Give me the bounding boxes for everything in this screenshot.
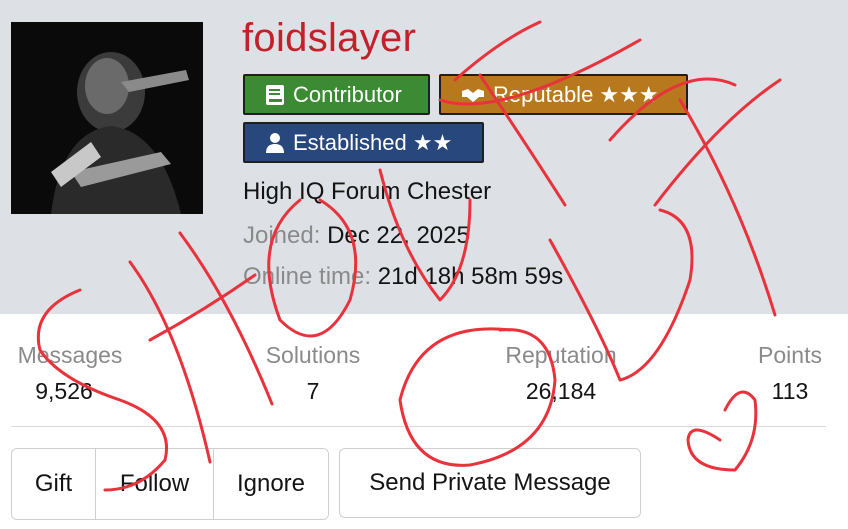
book-icon	[266, 84, 284, 105]
badge-reputable-label: Reputable ★★★	[493, 81, 659, 107]
stat-messages-label: Messages	[17, 342, 123, 368]
stat-reputation-label: Reputation	[505, 342, 617, 368]
badge-contributor-label: Contributor	[293, 81, 402, 107]
ignore-button[interactable]: Ignore	[214, 449, 328, 519]
stat-reputation[interactable]: Reputation 26,184	[494, 341, 628, 405]
follow-button[interactable]: Follow	[96, 449, 214, 519]
gift-button[interactable]: Gift	[12, 449, 96, 519]
joined-label: Joined:	[243, 222, 321, 249]
user-title: High IQ Forum Chester	[243, 178, 492, 205]
stat-messages-value: 9,526	[35, 378, 93, 404]
stat-points-label: Points	[758, 342, 822, 368]
username: foidslayer	[242, 16, 417, 60]
send-private-message-button[interactable]: Send Private Message	[339, 448, 641, 518]
stat-points[interactable]: Points 113	[748, 341, 832, 405]
handshake-icon	[462, 88, 484, 102]
badge-contributor: Contributor	[243, 74, 430, 115]
soldier-avatar-image	[11, 22, 203, 214]
online-time-label: Online time:	[243, 263, 372, 290]
online-time-value: 21d 18h 58m 59s	[377, 263, 564, 290]
stat-messages[interactable]: Messages 9,526	[11, 341, 129, 405]
online-time-row: Online time: 21d 18h 58m 59s	[243, 263, 563, 291]
stat-solutions[interactable]: Solutions 7	[255, 341, 371, 405]
stat-reputation-value: 26,184	[525, 378, 597, 404]
badge-reputable: Reputable ★★★	[439, 74, 688, 115]
joined-row: Joined: Dec 22, 2025	[243, 222, 470, 250]
action-button-group: Gift Follow Ignore	[11, 448, 329, 520]
stat-solutions-value: 7	[306, 378, 320, 404]
stat-points-value: 113	[771, 378, 809, 404]
joined-value: Dec 22, 2025	[327, 222, 470, 249]
badge-established-label: Established ★★	[293, 129, 453, 155]
user-icon	[266, 132, 284, 153]
avatar[interactable]	[11, 22, 203, 214]
stats-divider	[11, 426, 826, 427]
badge-established: Established ★★	[243, 122, 484, 163]
stat-solutions-label: Solutions	[265, 342, 361, 368]
stats-bar: Messages 9,526 Solutions 7 Reputation 26…	[0, 314, 848, 426]
